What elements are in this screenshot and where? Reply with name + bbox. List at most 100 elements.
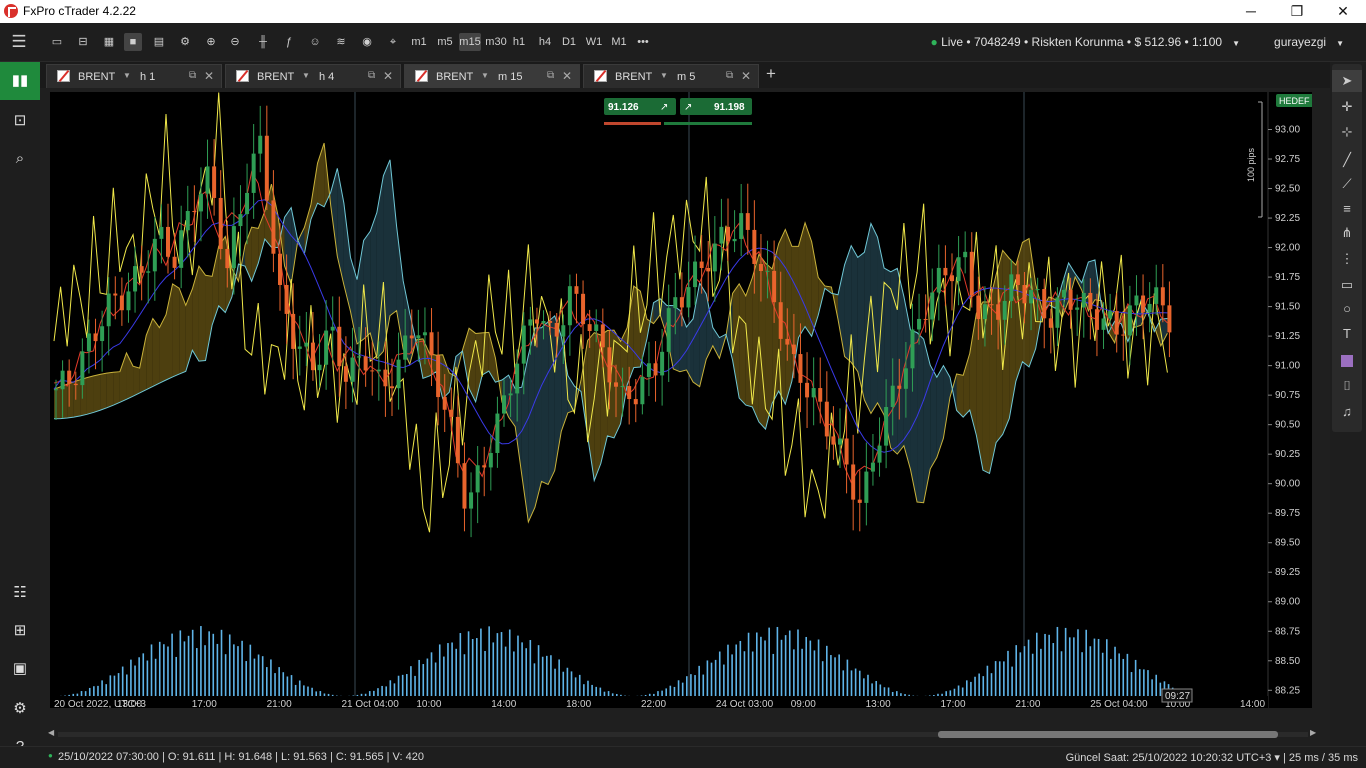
scroll-left-icon[interactable]: ◀ <box>48 728 54 737</box>
rectangle-icon[interactable]: ▭ <box>1332 274 1362 296</box>
candle-body <box>1147 303 1152 313</box>
timeframe-h1[interactable]: h1 <box>510 33 528 51</box>
candles-icon[interactable]: ╫ <box>254 33 272 51</box>
grid-layout-icon[interactable]: ▦ <box>100 33 118 51</box>
analyze-app-icon[interactable]: ⌕ <box>0 140 40 178</box>
symbol-dropdown-icon[interactable]: ▼ <box>481 71 489 80</box>
indicators-icon[interactable]: ƒ <box>280 33 298 51</box>
tab-timeframe[interactable]: m 15 <box>498 71 522 83</box>
more-icon[interactable]: ••• <box>634 33 652 51</box>
symbol-dropdown-icon[interactable]: ▼ <box>660 71 668 80</box>
candle-body <box>80 351 85 386</box>
chart-tab-1[interactable]: BRENT ▼ h 1 ⧉ ✕ <box>46 64 222 88</box>
close-tab-icon[interactable]: ✕ <box>562 69 572 83</box>
text-icon[interactable]: T <box>1332 323 1362 345</box>
close-tab-icon[interactable]: ✕ <box>383 69 393 83</box>
split-layout-icon[interactable]: ▤ <box>150 33 168 51</box>
zoom-in-icon[interactable]: ⊕ <box>202 33 220 51</box>
volume-bar <box>1068 637 1071 704</box>
horizontal-scrollbar[interactable]: ◀ ▶ <box>48 728 1318 740</box>
timeframe-m1[interactable]: m1 <box>410 33 428 51</box>
trendline-icon[interactable]: ╱ <box>1332 149 1362 171</box>
chart-tab-3[interactable]: BRENT ▼ m 15 ⧉ ✕ <box>404 64 580 88</box>
tab-timeframe[interactable]: m 5 <box>677 71 695 83</box>
timeframe-m5[interactable]: m5 <box>436 33 454 51</box>
popout-icon[interactable]: ⧉ <box>189 70 196 81</box>
wallet-icon[interactable]: ▣ <box>0 650 40 688</box>
measure-icon[interactable]: ⊹ <box>1332 121 1362 143</box>
ellipse-icon[interactable]: ○ <box>1332 298 1362 320</box>
scroll-right-icon[interactable]: ▶ <box>1310 728 1316 737</box>
timeframe-mn1[interactable]: M1 <box>610 33 628 51</box>
candle-body <box>396 359 401 389</box>
ichimoku-cloud-segment <box>133 366 140 397</box>
time-tick-label: 10:00 <box>416 699 441 708</box>
candle-body <box>521 325 526 364</box>
user-menu[interactable]: gurayezgi ▼ <box>1274 35 1344 49</box>
symbol-dropdown-icon[interactable]: ▼ <box>123 71 131 80</box>
close-window-button[interactable]: ✕ <box>1320 0 1366 23</box>
menu-icon[interactable]: ☰ <box>10 33 28 51</box>
chart-tab-2[interactable]: BRENT ▼ h 4 ⧉ ✕ <box>225 64 401 88</box>
candle-body <box>475 465 480 493</box>
crosshair-settings-icon[interactable]: ⌖ <box>384 33 402 51</box>
volume-bar <box>756 632 758 704</box>
timeframe-m30[interactable]: m30 <box>485 33 507 51</box>
popout-icon[interactable]: ⧉ <box>547 70 554 81</box>
eye-icon[interactable]: ◉ <box>358 33 376 51</box>
andrews-pitchfork-icon[interactable]: ⋔ <box>1332 222 1362 244</box>
symbol-dropdown-icon[interactable]: ▼ <box>302 71 310 80</box>
chart-tabs: BRENT ▼ h 1 ⧉ ✕ BRENT ▼ h 4 ⧉ ✕ BRENT ▼ … <box>40 62 1330 88</box>
buy-bar <box>664 122 752 125</box>
candle-body <box>422 332 427 336</box>
ichimoku-cloud-segment <box>620 327 628 424</box>
chart-layout-icon[interactable]: ⊟ <box>74 33 92 51</box>
cursor-icon[interactable]: ➤ <box>1332 70 1362 92</box>
candle-body <box>1022 285 1027 304</box>
tab-timeframe[interactable]: h 4 <box>319 71 334 83</box>
single-chart-icon[interactable]: ■ <box>124 33 142 51</box>
new-tab-button[interactable]: + <box>762 64 780 86</box>
channel-icon[interactable]: ≡ <box>1332 198 1362 220</box>
ray-icon[interactable]: ⟋ <box>1332 173 1362 195</box>
timeframe-h4[interactable]: h4 <box>536 33 554 51</box>
chat-icon[interactable]: ☷ <box>0 574 40 612</box>
volume-bar <box>735 644 738 704</box>
chart-settings-icon[interactable]: ⚙ <box>176 33 194 51</box>
chart-tab-4[interactable]: BRENT ▼ m 5 ⧉ ✕ <box>583 64 759 88</box>
candle-body <box>943 267 948 276</box>
timeframe-d1[interactable]: D1 <box>560 33 578 51</box>
chart-area[interactable]: 93.00 92.75 92.50 92.25 92.00 91.75 91.50 91.25… <box>40 88 1330 746</box>
popout-icon[interactable]: ⧉ <box>368 70 375 81</box>
automate-app-icon[interactable]: ⊡ <box>0 102 40 140</box>
maximize-button[interactable]: ❐ <box>1274 0 1320 23</box>
server-time-readout[interactable]: Güncel Saat: 25/10/2022 10:20:32 UTC+3 ▾… <box>1066 751 1358 764</box>
fibonacci-icon[interactable]: ⋮ <box>1332 248 1362 270</box>
trade-app-icon[interactable]: ▮▮ <box>0 62 40 100</box>
account-selector[interactable]: ● Live • 7048249 • Riskten Korunma • $ 5… <box>930 35 1240 49</box>
volume-bar <box>1023 646 1026 704</box>
candle-body <box>324 330 329 365</box>
timeframe-m15[interactable]: m15 <box>459 33 481 51</box>
close-tab-icon[interactable]: ✕ <box>204 69 214 83</box>
new-chart-icon[interactable]: ▭ <box>48 33 66 51</box>
price-chart[interactable]: 93.00 92.75 92.50 92.25 92.00 91.75 91.50 91.25… <box>50 92 1312 708</box>
crosshair-icon[interactable]: ✛ <box>1332 96 1362 118</box>
tab-timeframe[interactable]: h 1 <box>140 71 155 83</box>
timeframe-w1[interactable]: W1 <box>585 33 603 51</box>
zoom-out-icon[interactable]: ⊖ <box>226 33 244 51</box>
popout-icon[interactable]: ⧉ <box>726 70 733 81</box>
volume-bar <box>455 648 458 704</box>
minimize-button[interactable]: ─ <box>1228 0 1274 23</box>
copy-icon[interactable]: ⊞ <box>0 612 40 650</box>
settings-gear-icon[interactable]: ⚙ <box>0 690 40 728</box>
camera-icon[interactable]: ⌷ <box>1332 375 1362 397</box>
robot-icon[interactable]: ☺ <box>306 33 324 51</box>
layers-icon[interactable]: ≋ <box>332 33 350 51</box>
color-swatch-icon[interactable] <box>1332 349 1362 371</box>
price-tick-label: 88.50 <box>1275 656 1300 667</box>
scroll-thumb[interactable] <box>938 731 1278 738</box>
close-tab-icon[interactable]: ✕ <box>741 69 751 83</box>
alert-bell-icon[interactable]: ♫ <box>1332 401 1362 423</box>
time-tick-label: 17:00 <box>941 699 966 708</box>
